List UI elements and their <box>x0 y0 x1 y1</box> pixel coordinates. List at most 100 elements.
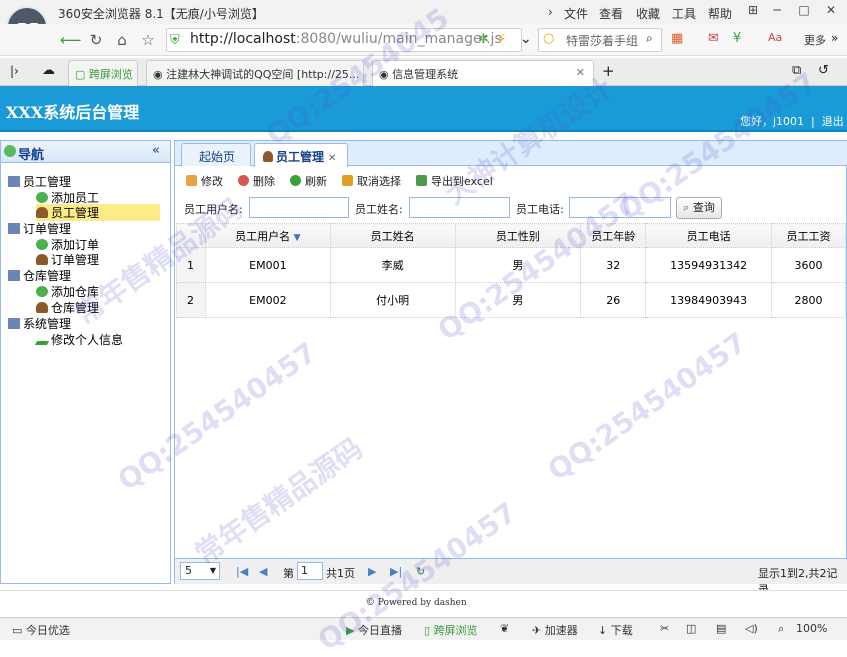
close-tab-icon[interactable]: ✕ <box>576 66 585 79</box>
cross-screen-link[interactable]: ▯ 跨屏浏览 <box>424 622 478 638</box>
menu-tools[interactable]: 工具 <box>672 5 696 22</box>
more-menu[interactable]: 更多 <box>804 32 826 48</box>
user-greeting: 您好，j1001 | 退出 <box>740 115 844 128</box>
user-icon <box>36 254 48 265</box>
tab-home[interactable]: 起始页 <box>181 143 251 166</box>
username-input[interactable] <box>249 197 349 218</box>
zoom-level[interactable]: 100% <box>796 622 827 635</box>
skin-icon[interactable]: ⊞ <box>744 3 762 19</box>
cell-salary: 3600 <box>771 247 846 283</box>
delete-button[interactable]: 删除 <box>238 173 275 189</box>
translate-icon[interactable]: Aa <box>768 31 782 44</box>
tree-group-system[interactable]: 系统管理 <box>8 315 71 332</box>
leaf-icon[interactable]: ❦ <box>500 622 509 635</box>
reload-page-icon[interactable]: ↻ <box>416 565 425 578</box>
collapse-icon[interactable]: « <box>152 143 160 158</box>
tree-item-add-warehouse[interactable]: 添加仓库 <box>36 283 99 300</box>
close-window-icon[interactable]: ✕ <box>822 3 840 19</box>
lightning-icon[interactable]: ⚡ <box>497 32 506 47</box>
col-age-header[interactable]: 员工年龄 <box>580 223 647 248</box>
prev-page-icon[interactable]: ◀ <box>259 565 267 578</box>
download-link[interactable]: ↓ 下载 <box>598 622 633 638</box>
col-gender-header[interactable]: 员工性别 <box>454 223 582 248</box>
tab-employee-manage[interactable]: 员工管理 ✕ <box>254 143 348 167</box>
menu-help[interactable]: 帮助 <box>708 5 732 22</box>
tree-item-order-manage[interactable]: 订单管理 <box>36 251 99 268</box>
refresh-small-icon[interactable]: ✲ <box>478 32 489 47</box>
accelerator-link[interactable]: ✈ 加速器 <box>532 622 578 638</box>
minimize-icon[interactable]: ─ <box>768 3 786 19</box>
tab-list-icon[interactable]: ⧉ <box>792 63 801 78</box>
col-salary-header[interactable]: 员工工资 <box>771 223 846 248</box>
new-tab-icon[interactable]: + <box>602 62 615 80</box>
tree-item-employee-manage[interactable]: 员工管理 <box>36 204 160 221</box>
table-row[interactable]: 1 EM001 李威 男 32 13594931342 3600 <box>176 247 846 283</box>
tree-group-warehouse[interactable]: 仓库管理 <box>8 267 71 284</box>
tree-item-warehouse-manage[interactable]: 仓库管理 <box>36 299 99 316</box>
refresh-button[interactable]: 刷新 <box>290 173 327 189</box>
last-page-icon[interactable]: ▶| <box>390 565 402 578</box>
restore-tab-icon[interactable]: ↺ <box>818 63 829 78</box>
tree-item-edit-profile[interactable]: 修改个人信息 <box>34 331 123 348</box>
sidebar-toggle-icon[interactable]: |› <box>10 64 19 78</box>
page-number-input[interactable]: 1 <box>297 562 323 580</box>
star-icon[interactable]: ☆ <box>138 30 158 50</box>
url-dropdown-icon[interactable]: ⌄ <box>520 31 532 47</box>
name-input[interactable] <box>409 197 510 218</box>
col-username-header[interactable]: 员工用户名 ▼ <box>204 223 331 248</box>
cloud-icon[interactable]: ☁ <box>42 63 55 78</box>
more-chevron-icon[interactable]: » <box>831 31 838 45</box>
export-excel-button[interactable]: 导出到excel <box>416 173 493 189</box>
table-row[interactable]: 2 EM002 付小明 男 26 13984903943 2800 <box>176 282 846 318</box>
delete-icon <box>238 175 249 186</box>
today-pick-link[interactable]: ▭ 今日优选 <box>12 622 70 638</box>
menu-view[interactable]: 查看 <box>599 5 623 22</box>
rownum-header <box>176 223 206 248</box>
cell-username: EM001 <box>204 247 331 283</box>
search-icon: ⌕ <box>683 201 690 214</box>
tree-group-employee[interactable]: 员工管理 <box>8 173 71 190</box>
tab-info-system[interactable]: ◉ 信息管理系统 ✕ <box>372 60 594 86</box>
cell-name: 李威 <box>329 247 456 283</box>
apps-icon[interactable]: ▦ <box>671 31 683 46</box>
add-icon <box>36 192 48 203</box>
wallet-icon[interactable]: ¥ <box>733 31 741 46</box>
home-icon[interactable]: ⌂ <box>112 30 132 50</box>
tree-group-order[interactable]: 订单管理 <box>8 220 71 237</box>
url-text[interactable]: http://localhost:8080/wuliu/main_manager… <box>190 31 502 47</box>
cell-phone: 13594931342 <box>645 247 773 283</box>
folder-icon <box>8 270 20 281</box>
live-link[interactable]: ▶ 今日直播 <box>346 622 402 638</box>
search-text[interactable]: 特雷莎着手组 <box>566 32 638 49</box>
cancel-select-button[interactable]: 取消选择 <box>342 173 401 189</box>
play-icon: ▶ <box>346 624 355 637</box>
translate-small-icon[interactable]: ◫ <box>686 622 696 635</box>
add-icon <box>36 286 48 297</box>
mail-icon[interactable]: ✉ <box>708 31 719 46</box>
chevron-right-icon[interactable]: › <box>548 5 553 19</box>
first-page-icon[interactable]: |◀ <box>236 565 248 578</box>
folder-icon <box>8 223 20 234</box>
tab-qq-space[interactable]: ◉ 注建林大神调试的QQ空间 [http://25... <box>146 60 364 86</box>
search-icon[interactable]: ⌕ <box>646 31 653 46</box>
back-icon[interactable]: ⟵ <box>60 30 82 50</box>
phone-input[interactable] <box>569 197 671 218</box>
cell-salary: 2800 <box>771 282 846 318</box>
tab-cross-screen[interactable]: ▢ 跨屏浏览 <box>68 60 138 86</box>
col-phone-header[interactable]: 员工电话 <box>645 223 773 248</box>
page-size-select[interactable]: 5 ▼ <box>180 562 220 580</box>
screenshot-icon[interactable]: ✂ <box>660 622 669 635</box>
zoom-icon[interactable]: ⌕ <box>778 622 784 636</box>
menu-favorites[interactable]: 收藏 <box>636 5 660 22</box>
menu-file[interactable]: 文件 <box>564 5 588 22</box>
next-page-icon[interactable]: ▶ <box>368 565 376 578</box>
query-button[interactable]: ⌕ 查询 <box>676 197 722 219</box>
volume-icon[interactable]: ◁) <box>745 622 758 635</box>
col-name-header[interactable]: 员工姓名 <box>329 223 456 248</box>
logout-link[interactable]: 退出 <box>822 115 844 128</box>
edit-button[interactable]: 修改 <box>186 173 223 189</box>
reload-icon[interactable]: ↻ <box>86 30 106 50</box>
close-tab-icon[interactable]: ✕ <box>328 153 336 164</box>
page-icon[interactable]: ▤ <box>716 622 726 635</box>
maximize-icon[interactable]: □ <box>795 3 813 19</box>
